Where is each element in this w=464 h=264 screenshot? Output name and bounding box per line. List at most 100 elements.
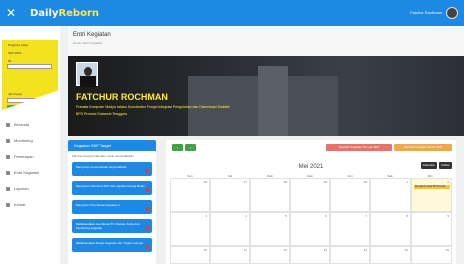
task-label: Menyusun Koordinasi Kegiatan 1	[76, 203, 121, 207]
sidebar-item-entri-kegiatan[interactable]: Entri Kegiatan	[6, 170, 39, 175]
calendar-day[interactable]: 6	[290, 212, 330, 246]
day-number: 14	[363, 248, 367, 252]
task-item[interactable]: Menyusun Rencana SKP dan capaian kinerja…	[72, 181, 152, 195]
sidebar-item-keluar[interactable]: Keluar	[6, 202, 26, 207]
day-number: 16	[445, 248, 449, 252]
day-number: 30	[363, 180, 367, 184]
progress-bar	[7, 64, 52, 69]
prev-month-button[interactable]: ‹	[172, 144, 183, 151]
task-item[interactable]: Menyusun perencanaan kerja statistik	[72, 162, 152, 176]
profile-photo	[76, 62, 98, 87]
task-item[interactable]: Menyusun Koordinasi Kegiatan 1	[72, 200, 152, 214]
sidebar-item-label: Laporan	[14, 186, 29, 191]
remove-icon[interactable]	[145, 188, 149, 192]
progress-fill	[7, 105, 52, 110]
view-list-button[interactable]: Daftar	[439, 162, 452, 169]
calendar-day[interactable]: 26	[170, 178, 210, 212]
calendar-day[interactable]: 8	[370, 212, 411, 246]
calendar-day[interactable]: 14	[330, 246, 370, 264]
calendar-day[interactable]: 30	[330, 178, 370, 212]
task-panel-header: Kegiatan SKP Target	[68, 140, 156, 151]
calendar-day[interactable]: 29	[290, 178, 330, 212]
day-number: 10	[203, 248, 207, 252]
day-number: 5	[285, 214, 287, 218]
breadcrumb: Home / Entri Kegiatan	[73, 41, 103, 45]
task-panel-hint: Klik dan drag ke kalender untuk memindah…	[72, 154, 134, 158]
calendar-day[interactable]: 12	[250, 246, 290, 264]
sidebar: Progress Kerja SKP 2021 RL Jam Kerja Ber…	[0, 26, 60, 264]
calendar-grid: 26 27 28 29 30 1 2 Mengikuti rapat BPS/vi…	[170, 178, 452, 264]
calendar-day[interactable]: 5	[250, 212, 290, 246]
calendar-day[interactable]: 11	[210, 246, 250, 264]
next-month-button[interactable]: ›	[185, 144, 196, 151]
user-name[interactable]: Fatchur Rochman	[410, 10, 442, 15]
brand-suffix: Reborn	[58, 7, 99, 19]
view-month-button[interactable]: Kalender	[421, 162, 437, 169]
sidebar-item-label: Monitoring	[14, 138, 33, 143]
task-panel: Kegiatan SKP Target Klik dan drag ke kal…	[68, 140, 156, 264]
page-header: Entri Kegiatan Home / Entri Kegiatan	[68, 26, 464, 56]
calendar-day[interactable]: 13	[290, 246, 330, 264]
task-item[interactable]: Melaksanakan koordinasi Tim Satuan Kerja…	[72, 219, 152, 233]
calendar-day[interactable]: 15	[370, 246, 411, 264]
sidebar-item-monitoring[interactable]: Monitoring	[6, 138, 33, 143]
logout-icon	[6, 202, 10, 207]
status-label: RL	[8, 59, 12, 63]
day-number: 3	[205, 214, 207, 218]
remove-icon[interactable]	[145, 169, 149, 173]
calendar-day[interactable]: 10	[170, 246, 210, 264]
remove-icon[interactable]	[145, 207, 149, 211]
progress-bar	[7, 98, 52, 103]
task-label: Menyusun Rencana SKP dan capaian kinerja…	[76, 184, 145, 188]
calendar-day[interactable]: 28	[250, 178, 290, 212]
calendar-day[interactable]: 27	[210, 178, 250, 212]
sidebar-item-beranda[interactable]: Beranda	[6, 122, 29, 127]
top-navbar: ✕ DailyReborn Fatchur Rochman	[0, 0, 464, 26]
task-label: Melaksanakan koordinasi Tim Satuan Kerja…	[76, 222, 140, 230]
calendar-day[interactable]: 1	[370, 178, 411, 212]
calendar-day-today[interactable]: 2 Mengikuti rapat BPS/virtual	[411, 178, 452, 212]
calendar-day[interactable]: 7	[330, 212, 370, 246]
day-number: 28	[283, 180, 287, 184]
remove-icon[interactable]	[145, 226, 149, 230]
calendar-day[interactable]: 9	[411, 212, 452, 246]
page-title: Entri Kegiatan	[73, 32, 111, 38]
photo-head	[84, 67, 92, 76]
brand-prefix: Daily	[30, 7, 59, 19]
status-label: SKP 2021	[8, 51, 22, 55]
sidebar-item-label: Keluar	[14, 202, 26, 207]
calendar-day[interactable]: 4	[210, 212, 250, 246]
day-number: 8	[406, 214, 408, 218]
status-label: Progress Kerja	[8, 43, 28, 47]
calendar-day[interactable]: 3	[170, 212, 210, 246]
close-icon[interactable]: ✕	[0, 0, 22, 26]
app-brand[interactable]: DailyReborn	[30, 8, 99, 19]
profile-name: FATCHUR ROCHMAN	[76, 92, 168, 102]
calendar: ‹ › Tambah Kegiatan Di Luar SKP Tambah K…	[166, 140, 456, 264]
day-number: 7	[365, 214, 367, 218]
day-number: 9	[447, 214, 449, 218]
day-number: 4	[245, 214, 247, 218]
calendar-day[interactable]: 16	[411, 246, 452, 264]
calendar-event[interactable]: Mengikuti rapat BPS/virtual	[414, 185, 450, 189]
remove-icon[interactable]	[145, 245, 149, 249]
task-label: Menyusun perencanaan kerja statistik	[76, 165, 127, 169]
add-outside-skp-button[interactable]: Tambah Kegiatan Di Luar SKP	[326, 144, 392, 151]
status-label: Jam Kerja	[8, 92, 22, 96]
sidebar-item-laporan[interactable]: Laporan	[6, 186, 29, 191]
report-icon	[6, 186, 10, 191]
photo-body	[80, 76, 96, 87]
building-tower	[258, 66, 288, 136]
sidebar-item-penerapan[interactable]: Penerapan	[6, 154, 34, 159]
day-number: 12	[283, 248, 287, 252]
profile-office: BPS Provinsi Sulawesi Tenggara	[76, 112, 127, 116]
task-item[interactable]: Melaksanakan Rapat Kegiatan dan Tugas La…	[72, 238, 152, 252]
performance-panel: Progress Kerja SKP 2021 RL Jam Kerja	[2, 40, 58, 110]
day-number: 11	[243, 248, 247, 252]
day-number: 26	[203, 180, 207, 184]
add-routine-skp-button[interactable]: Tambah Kegiatan Rutin SKP	[394, 144, 452, 151]
day-number: 6	[325, 214, 327, 218]
avatar[interactable]	[446, 7, 458, 19]
calendar-month-title: Mei 2021	[298, 164, 324, 170]
sidebar-item-label: Entri Kegiatan	[14, 170, 40, 175]
